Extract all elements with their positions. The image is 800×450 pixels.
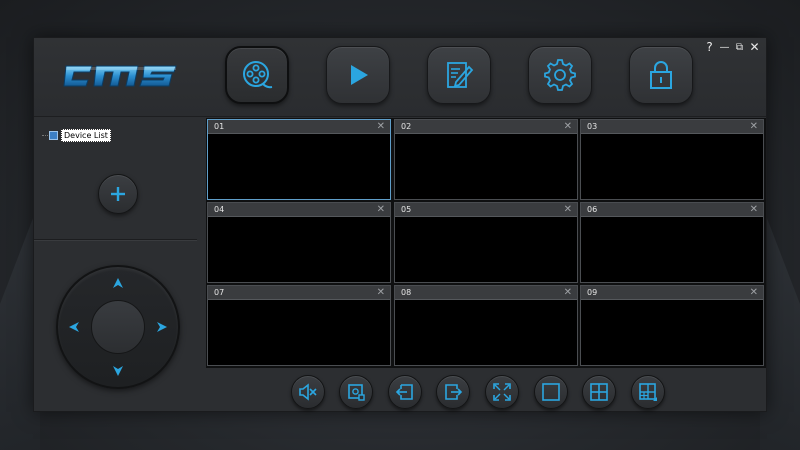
video-channel-04[interactable]: 04 ✕ — [207, 202, 391, 283]
page-forward-icon — [445, 384, 463, 400]
ptz-center-button[interactable] — [91, 300, 145, 354]
nav-live-view-button[interactable] — [225, 46, 289, 104]
close-icon[interactable]: ✕ — [564, 204, 572, 215]
close-icon[interactable]: ✕ — [564, 287, 572, 298]
arrow-up-icon — [113, 278, 123, 288]
close-icon[interactable]: ✕ — [750, 287, 758, 298]
ptz-up-button[interactable] — [112, 277, 124, 289]
gear-icon — [544, 59, 576, 91]
video-channel-02[interactable]: 02 ✕ — [394, 119, 578, 200]
video-channel-01[interactable]: 01 ✕ — [207, 119, 391, 200]
channel-number: 02 — [401, 122, 412, 131]
channel-number: 06 — [587, 205, 598, 214]
channel-number: 04 — [214, 205, 225, 214]
quad-view-button[interactable] — [582, 375, 616, 409]
channel-number: 03 — [587, 122, 598, 131]
fullscreen-icon — [493, 383, 511, 401]
window-controls: ? — ⧉ ✕ — [704, 40, 760, 54]
video-channel-06[interactable]: 06 ✕ — [580, 202, 764, 283]
video-grid: 01 ✕ 02 ✕ 03 ✕ 04 ✕ 05 ✕ 06 ✕ 07 ✕ 08 ✕ … — [206, 118, 766, 368]
lock-icon — [650, 61, 672, 89]
channel-header: 08 ✕ — [395, 286, 577, 300]
channel-number: 08 — [401, 288, 412, 297]
channel-number: 05 — [401, 205, 412, 214]
previous-page-button[interactable] — [388, 375, 422, 409]
close-icon[interactable]: ✕ — [377, 287, 385, 298]
film-reel-icon — [243, 61, 273, 89]
snapshot-button[interactable] — [339, 375, 373, 409]
single-view-icon — [542, 383, 560, 401]
video-channel-05[interactable]: 05 ✕ — [394, 202, 578, 283]
plus-icon — [111, 187, 125, 201]
close-icon[interactable]: ✕ — [377, 121, 385, 132]
single-view-button[interactable] — [534, 375, 568, 409]
close-icon[interactable]: ✕ — [750, 204, 758, 215]
channel-number: 07 — [214, 288, 225, 297]
device-list-label[interactable]: Device List — [61, 129, 111, 142]
tree-connector — [42, 135, 48, 136]
close-button[interactable]: ✕ — [749, 40, 760, 54]
channel-header: 06 ✕ — [581, 203, 763, 217]
device-group-icon — [49, 131, 58, 140]
channel-header: 04 ✕ — [208, 203, 390, 217]
channel-header: 05 ✕ — [395, 203, 577, 217]
bottom-toolbar — [34, 371, 766, 413]
nav-playback-button[interactable] — [326, 46, 390, 104]
close-icon[interactable]: ✕ — [377, 204, 385, 215]
device-tree-root[interactable]: Device List — [42, 129, 111, 142]
arrow-right-icon — [157, 322, 167, 332]
cms-window: ? — ⧉ ✕ Device List 01 ✕ 02 ✕ 03 ✕ 04 ✕ … — [33, 37, 767, 412]
panel-divider — [34, 239, 197, 240]
ptz-right-button[interactable] — [156, 321, 168, 333]
ptz-left-button[interactable] — [68, 321, 80, 333]
restore-button[interactable]: ⧉ — [734, 40, 745, 54]
channel-header: 02 ✕ — [395, 120, 577, 134]
play-icon — [351, 65, 368, 85]
edit-document-icon — [447, 62, 474, 88]
multi-view-button[interactable] — [631, 375, 665, 409]
channel-number: 09 — [587, 288, 598, 297]
capture-icon — [348, 384, 365, 401]
fullscreen-button[interactable] — [485, 375, 519, 409]
mute-button[interactable] — [291, 375, 325, 409]
page-back-icon — [395, 384, 413, 400]
mute-speaker-icon — [299, 383, 317, 401]
header-bar: ? — ⧉ ✕ — [34, 38, 766, 117]
nav-settings-button[interactable] — [528, 46, 592, 104]
channel-header: 01 ✕ — [208, 120, 390, 134]
next-page-button[interactable] — [436, 375, 470, 409]
video-channel-07[interactable]: 07 ✕ — [207, 285, 391, 366]
video-channel-08[interactable]: 08 ✕ — [394, 285, 578, 366]
minimize-button[interactable]: — — [719, 40, 730, 54]
add-device-button[interactable] — [98, 174, 138, 214]
nav-lock-button[interactable] — [629, 46, 693, 104]
left-panel: Device List — [34, 118, 197, 413]
arrow-left-icon — [69, 322, 79, 332]
channel-header: 07 ✕ — [208, 286, 390, 300]
close-icon[interactable]: ✕ — [750, 121, 758, 132]
channel-header: 09 ✕ — [581, 286, 763, 300]
close-icon[interactable]: ✕ — [564, 121, 572, 132]
nav-log-button[interactable] — [427, 46, 491, 104]
help-button[interactable]: ? — [704, 40, 715, 54]
video-channel-09[interactable]: 09 ✕ — [580, 285, 764, 366]
multi-view-icon — [639, 383, 657, 401]
cms-logo — [63, 65, 177, 87]
video-channel-03[interactable]: 03 ✕ — [580, 119, 764, 200]
quad-view-icon — [590, 383, 608, 401]
channel-number: 01 — [214, 122, 225, 131]
channel-header: 03 ✕ — [581, 120, 763, 134]
